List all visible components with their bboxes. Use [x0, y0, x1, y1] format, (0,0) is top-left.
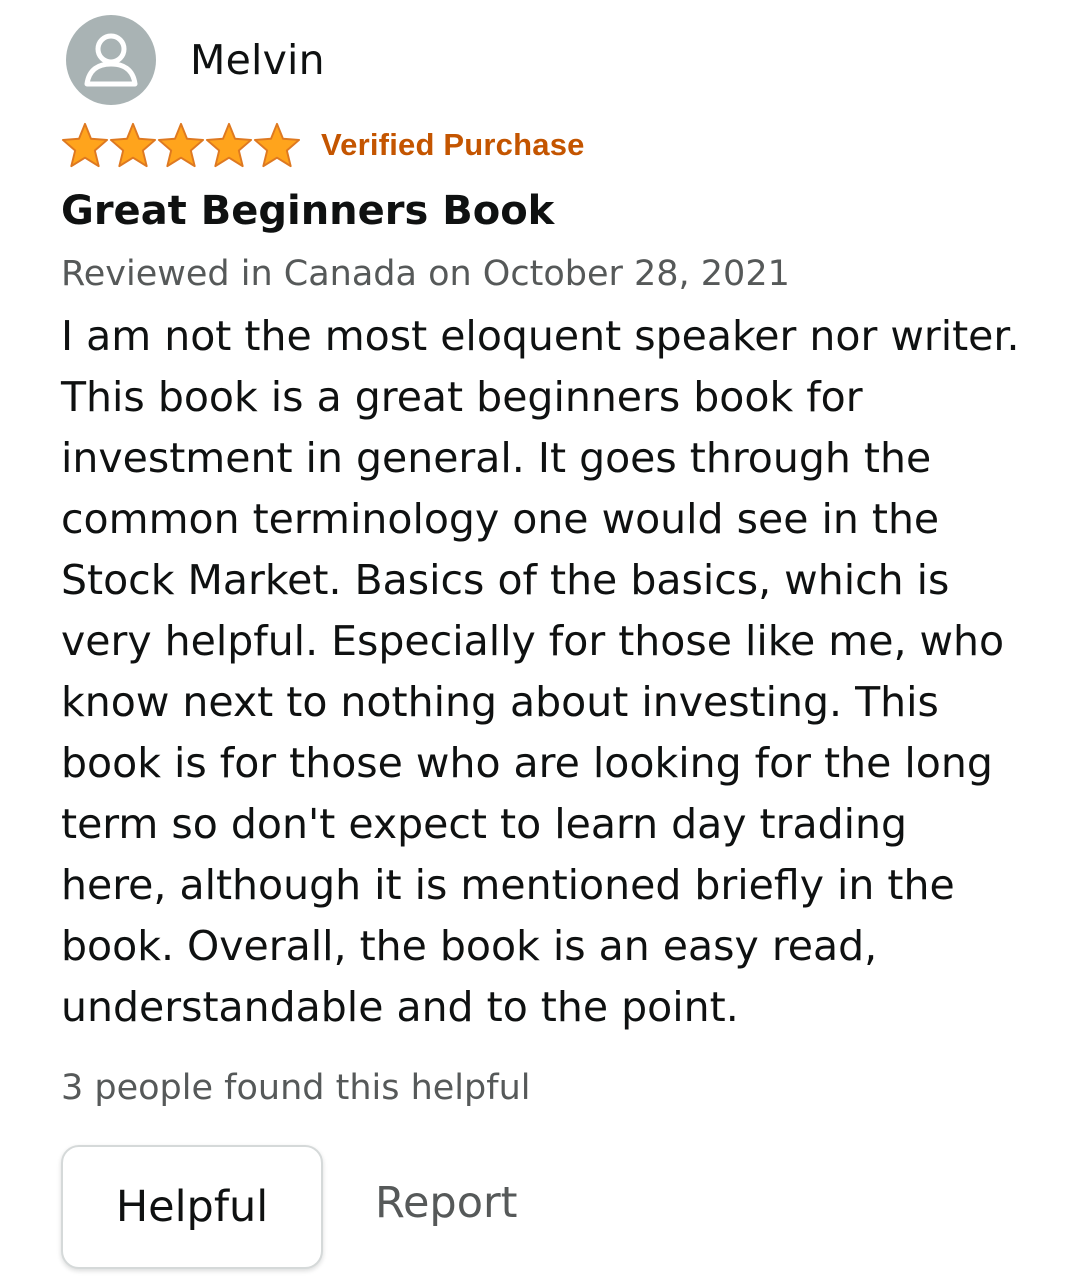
review-body: I am not the most eloquent speaker nor w… — [61, 312, 1020, 1031]
star-icon — [253, 122, 301, 168]
star-rating — [61, 121, 301, 169]
report-link[interactable]: Report — [375, 1178, 518, 1228]
helpful-count: 3 people found this helpful — [61, 1068, 531, 1108]
reviewer-profile[interactable]: Melvin — [66, 15, 325, 105]
star-icon — [205, 122, 253, 168]
rating-row: Verified Purchase — [61, 121, 585, 169]
helpful-button[interactable]: Helpful — [61, 1145, 323, 1269]
person-icon — [84, 33, 138, 87]
reviewer-name[interactable]: Melvin — [190, 36, 325, 84]
star-icon — [61, 122, 109, 168]
review-card: Melvin Verified Purchase Great Beginners… — [0, 0, 1080, 1284]
avatar[interactable] — [66, 15, 156, 105]
star-icon — [157, 122, 205, 168]
review-date: Reviewed in Canada on October 28, 2021 — [61, 254, 790, 294]
review-title: Great Beginners Book — [61, 188, 555, 234]
verified-purchase-badge: Verified Purchase — [321, 127, 585, 162]
star-icon — [109, 122, 157, 168]
